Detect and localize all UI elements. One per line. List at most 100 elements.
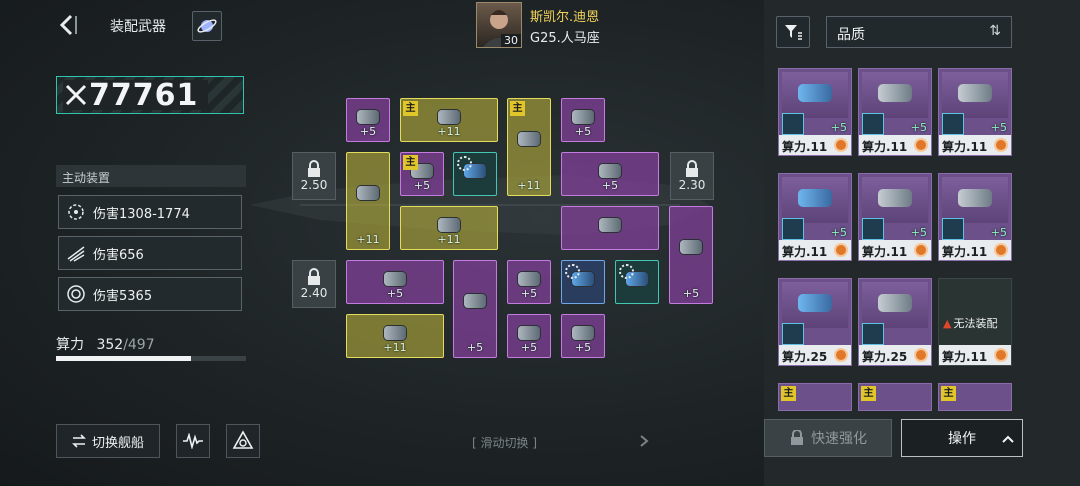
weapon-slot[interactable]: +5 <box>561 98 605 142</box>
inventory-card[interactable]: ▲ 无法装配 算力.11 <box>938 278 1012 366</box>
stat-icon <box>782 218 804 240</box>
inventory-card[interactable]: +5 算力.11 <box>778 173 852 261</box>
inventory-card[interactable]: 算力.25 <box>778 278 852 366</box>
waveform-button[interactable] <box>176 424 210 458</box>
inventory-card[interactable]: 算力.25 <box>858 278 932 366</box>
weapon-slot[interactable]: +5 <box>346 98 390 142</box>
item-capacity: 算力.11 <box>939 135 1011 155</box>
item-level: +5 <box>910 121 927 134</box>
triangle-emblem-icon <box>232 430 254 449</box>
slot-level: +5 <box>601 179 619 192</box>
stat-icon <box>782 113 804 135</box>
weapon-slot[interactable]: +11 <box>346 314 444 358</box>
weapon-slot[interactable]: +5 <box>507 260 551 304</box>
slot-level: +11 <box>356 233 380 246</box>
item-capacity-label: 算力.11 <box>942 245 988 259</box>
planet-icon <box>197 19 217 33</box>
skill-item[interactable]: 伤害656 <box>58 236 242 270</box>
weapon-slot[interactable]: +5 <box>346 260 444 304</box>
weapon-slot[interactable] <box>561 260 605 304</box>
gear-icon <box>565 264 580 279</box>
chevron-right-icon <box>640 435 649 447</box>
weapon-icon <box>357 186 379 201</box>
switch-ship-button[interactable]: 切换舰船 <box>56 424 160 458</box>
weapon-icon <box>384 325 406 340</box>
lock-cost: 2.30 <box>678 178 706 192</box>
weapon-slot[interactable]: +11 <box>346 152 390 250</box>
weapon-slot[interactable]: +5 <box>453 260 497 358</box>
upgrade-badge-icon <box>914 243 928 257</box>
weapon-slot[interactable]: +5 <box>507 314 551 358</box>
upgrade-badge-icon <box>834 348 848 362</box>
stat-icon <box>862 218 884 240</box>
main-tag: 主 <box>781 386 796 401</box>
capacity-bar <box>56 356 246 361</box>
item-image <box>862 282 928 328</box>
weapon-slot[interactable]: +11 <box>400 206 498 250</box>
quality-sort-select[interactable]: 品质 ⇅ <box>826 16 1012 48</box>
weapon-slot[interactable]: 主 +11 <box>507 98 551 196</box>
weapon-icon <box>518 271 540 286</box>
inventory-card[interactable]: +5 算力.11 <box>778 68 852 156</box>
back-button[interactable] <box>56 12 80 38</box>
inventory-card-partial[interactable]: 主 <box>778 383 852 411</box>
weapon-slot[interactable] <box>453 152 497 196</box>
item-capacity-label: 算力.11 <box>782 140 828 154</box>
slot-level: +5 <box>574 125 592 138</box>
burst-ring-icon <box>65 201 87 223</box>
locked-slot[interactable]: 2.50 <box>292 152 336 200</box>
inventory-card-partial[interactable]: 主 <box>858 383 932 411</box>
weapon-slot[interactable] <box>561 206 659 250</box>
weapon-icon <box>599 217 621 232</box>
fleet-emblem-button[interactable] <box>226 424 260 458</box>
weapon-slot[interactable]: +5 <box>561 152 659 196</box>
item-capacity-label: 算力.11 <box>942 350 988 364</box>
pilot-avatar[interactable]: 30 <box>476 2 522 48</box>
capacity-used: 352 <box>96 337 124 353</box>
upgrade-badge-icon <box>994 348 1008 362</box>
skill-item[interactable]: 伤害1308-1774 <box>58 195 242 229</box>
weapon-slot[interactable]: 主 +11 <box>400 98 498 142</box>
inventory-card[interactable]: +5 算力.11 <box>858 173 932 261</box>
operate-button[interactable]: 操作 <box>901 419 1023 457</box>
slot-level: +11 <box>437 125 461 138</box>
weapon-icon <box>599 163 621 178</box>
filter-button[interactable] <box>776 16 810 48</box>
inventory-card[interactable]: +5 算力.11 <box>938 173 1012 261</box>
locked-slot[interactable]: 2.40 <box>292 260 336 308</box>
skill-item[interactable]: 伤害5365 <box>58 277 242 311</box>
inventory-card[interactable]: +5 算力.11 <box>938 68 1012 156</box>
upgrade-badge-icon <box>834 243 848 257</box>
pilot-name: 斯凯尔.迪恩 <box>530 10 600 25</box>
slot-level: +5 <box>682 287 700 300</box>
quick-upgrade-button[interactable]: 快速强化 <box>764 419 892 457</box>
main-tag: 主 <box>861 386 876 401</box>
capacity-label: 算力 <box>56 337 84 353</box>
inventory-card[interactable]: +5 算力.11 <box>858 68 932 156</box>
slot-level: +11 <box>383 341 407 354</box>
stat-icon <box>862 113 884 135</box>
item-capacity-label: 算力.11 <box>862 140 908 154</box>
weapon-slot[interactable]: +5 <box>561 314 605 358</box>
slot-level: +5 <box>413 179 431 192</box>
upgrade-badge-icon <box>834 138 848 152</box>
inventory-card-partial[interactable]: 主 <box>938 383 1012 411</box>
weapon-slot[interactable]: 主 +5 <box>400 152 444 196</box>
item-capacity: 算力.11 <box>939 345 1011 365</box>
weapon-slot[interactable] <box>615 260 659 304</box>
locked-slot[interactable]: 2.30 <box>670 152 714 200</box>
item-capacity: 算力.25 <box>859 345 931 365</box>
quality-label: 品质 <box>837 27 865 43</box>
item-capacity-label: 算力.11 <box>862 245 908 259</box>
ship-view-button[interactable] <box>192 11 222 41</box>
weapon-icon <box>384 271 406 286</box>
slot-level: +5 <box>520 341 538 354</box>
item-capacity-label: 算力.11 <box>782 245 828 259</box>
weapon-slot[interactable]: +5 <box>669 206 713 304</box>
lock-icon <box>791 430 803 445</box>
stat-icon <box>782 323 804 345</box>
quick-upgrade-label: 快速强化 <box>811 431 867 447</box>
slot-level: +5 <box>386 287 404 300</box>
upgrade-badge-icon <box>994 138 1008 152</box>
slot-level: +11 <box>437 233 461 246</box>
